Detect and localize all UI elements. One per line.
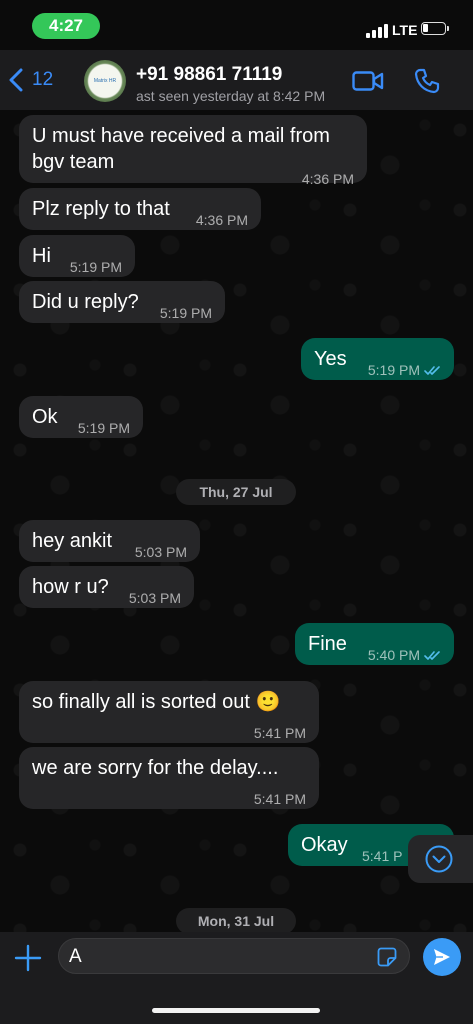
message-bubble[interactable]: we are sorry for the delay.... 5:41 PM [19, 747, 319, 809]
send-button[interactable] [423, 938, 461, 976]
message-text: Hi [32, 245, 51, 267]
avatar[interactable]: Matrix HR [84, 60, 126, 102]
contact-name[interactable]: +91 98861 71119 [136, 64, 282, 86]
message-bubble[interactable]: Yes 5:19 PM [301, 338, 454, 380]
message-time: 5:03 PM [134, 544, 187, 560]
date-divider: Thu, 27 Jul [176, 479, 296, 505]
message-bubble[interactable]: Hi 5:19 PM [19, 235, 135, 277]
message-text: Ok [32, 406, 58, 428]
chevron-left-icon [9, 68, 23, 92]
message-input-value: A [69, 946, 82, 967]
message-text: we are sorry for the delay.... [32, 757, 279, 779]
avatar-logo-text: Matrix HR [93, 78, 117, 84]
message-bubble[interactable]: Plz reply to that 4:36 PM [19, 188, 261, 230]
message-time: 5:40 PM [367, 647, 420, 663]
message-text: Fine [308, 633, 347, 655]
message-bubble[interactable]: so finally all is sorted out 🙂 5:41 PM [19, 681, 319, 743]
chat-area[interactable]: U must have received a mail from bgv tea… [0, 110, 473, 932]
unread-count: 12 [32, 69, 54, 90]
phone-icon[interactable] [414, 68, 440, 94]
message-text: so finally all is sorted out 🙂 [32, 691, 281, 713]
message-text: Okay [301, 834, 348, 856]
message-time: 5:41 P [362, 848, 403, 864]
network-label: LTE [392, 22, 418, 38]
chat-header: 12 Matrix HR +91 98861 71119 ast seen ye… [0, 50, 473, 110]
scroll-to-bottom-button[interactable] [408, 835, 473, 883]
message-time: 5:41 PM [253, 725, 306, 741]
back-button[interactable]: 12 [8, 64, 53, 96]
message-time-status: 5:40 PM [368, 642, 442, 668]
battery-tip [447, 26, 449, 31]
home-indicator [152, 1008, 320, 1013]
message-text: hey ankit [32, 530, 113, 552]
video-call-icon[interactable] [352, 70, 384, 92]
message-text: Yes [314, 348, 347, 370]
message-time: 5:19 PM [159, 305, 212, 321]
message-text: Plz reply to that [32, 198, 170, 220]
message-time: 5:19 PM [367, 362, 420, 378]
plus-icon[interactable] [14, 944, 42, 972]
battery-icon [421, 22, 446, 35]
read-receipt-icon [424, 366, 440, 375]
message-bubble[interactable]: U must have received a mail from bgv tea… [19, 115, 367, 187]
date-divider: Mon, 31 Jul [176, 908, 296, 932]
signal-icon [366, 24, 388, 38]
message-text: Did u reply? [32, 291, 139, 313]
message-bubble[interactable]: hey ankit 5:03 PM [19, 520, 200, 562]
last-seen-status: ast seen yesterday at 8:42 PM [136, 88, 326, 104]
message-text: how r u? [32, 576, 109, 598]
message-bubble[interactable]: Fine 5:40 PM [295, 623, 454, 665]
message-bubble[interactable]: how r u? 5:03 PM [19, 566, 194, 608]
message-time: 5:19 PM [69, 259, 122, 275]
chevron-down-circle-icon [425, 845, 453, 873]
message-time: 4:36 PM [301, 171, 354, 187]
message-bubble[interactable]: Ok 5:19 PM [19, 396, 143, 438]
status-bar: 4:27 LTE [0, 0, 473, 50]
status-time: 4:27 [32, 13, 100, 39]
message-time: 5:41 PM [253, 791, 306, 807]
message-bubble[interactable]: Did u reply? 5:19 PM [19, 281, 225, 323]
message-time: 5:19 PM [77, 420, 130, 436]
send-icon [434, 949, 450, 965]
composer-bar: A [0, 932, 473, 1024]
message-input[interactable]: A [58, 938, 410, 974]
message-time: 5:03 PM [128, 590, 181, 606]
message-time-status: 5:19 PM [368, 357, 442, 383]
message-time: 4:36 PM [195, 212, 248, 228]
message-text: U must have received a mail from [32, 125, 330, 147]
sticker-icon[interactable] [377, 947, 397, 967]
message-text: bgv team [32, 151, 115, 173]
read-receipt-icon [424, 651, 440, 660]
